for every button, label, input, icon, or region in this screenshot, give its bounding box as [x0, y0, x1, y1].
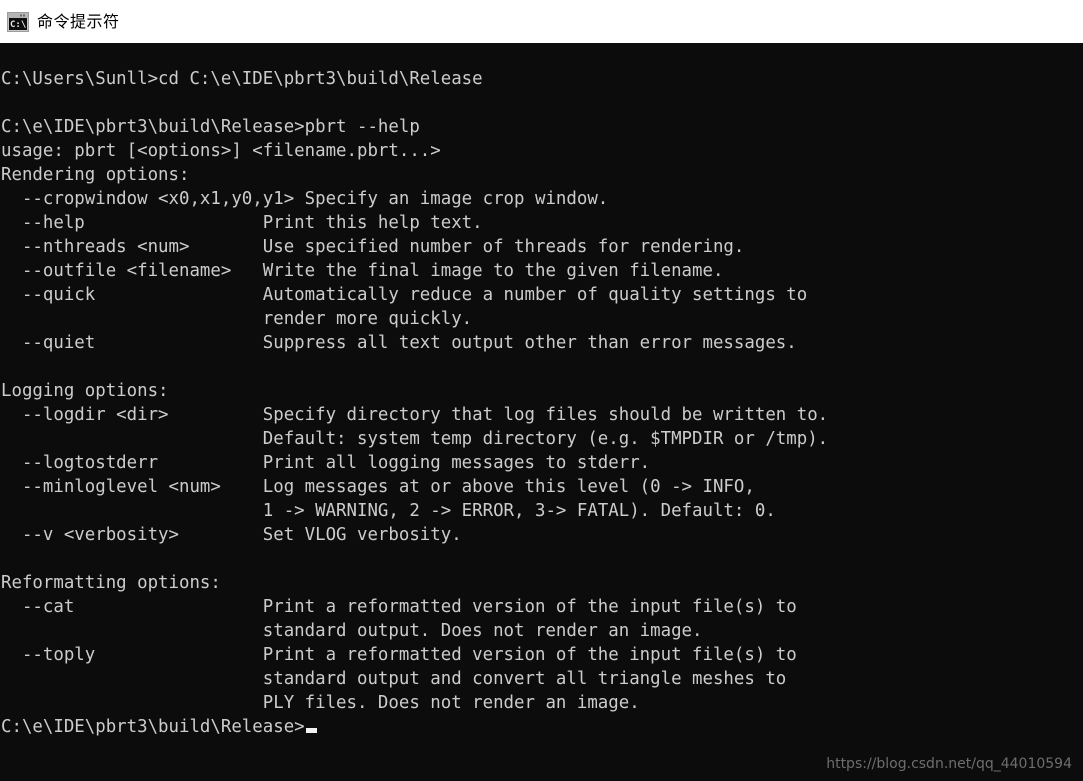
svg-text:C:\: C:\ [10, 20, 26, 30]
terminal-line: --logtostderr Print all logging messages… [1, 453, 651, 473]
terminal-prompt-line: C:\e\IDE\pbrt3\build\Release> [0, 715, 1083, 739]
terminal-line: standard output and convert all triangle… [1, 669, 787, 689]
terminal-line: Rendering options: [1, 165, 190, 185]
terminal-line: --cropwindow <x0,x1,y0,y1> Specify an im… [1, 189, 609, 209]
terminal-line: standard output. Does not render an imag… [1, 621, 703, 641]
window-title-label: 命令提示符 [37, 11, 120, 31]
terminal-line: C:\e\IDE\pbrt3\build\Release>pbrt --help [1, 117, 420, 137]
terminal-line: render more quickly. [1, 309, 473, 329]
terminal-line: usage: pbrt [<options>] <filename.pbrt..… [1, 141, 441, 161]
terminal-line: Logging options: [1, 381, 169, 401]
terminal-output: C:\Users\Sunll>cd C:\e\IDE\pbrt3\build\R… [0, 43, 1083, 715]
terminal-line: --toply Print a reformatted version of t… [1, 645, 797, 665]
terminal-screen[interactable]: C:\Users\Sunll>cd C:\e\IDE\pbrt3\build\R… [0, 43, 1083, 781]
terminal-line: Reformatting options: [1, 573, 221, 593]
terminal-cursor [305, 728, 317, 733]
terminal-line: --quiet Suppress all text output other t… [1, 333, 797, 353]
window-titlebar: C:\ 命令提示符 [0, 0, 1083, 43]
terminal-line: Default: system temp directory (e.g. $TM… [1, 429, 829, 449]
blog-watermark: https://blog.csdn.net/qq_44010594 [826, 756, 1072, 772]
terminal-line: --minloglevel <num> Log messages at or a… [1, 477, 755, 497]
terminal-line: --cat Print a reformatted version of the… [1, 597, 797, 617]
prompt-text: C:\e\IDE\pbrt3\build\Release> [1, 717, 305, 737]
terminal-line: --nthreads <num> Use specified number of… [1, 237, 745, 257]
terminal-line: 1 -> WARNING, 2 -> ERROR, 3-> FATAL). De… [1, 501, 776, 521]
console-icon: C:\ [7, 11, 29, 32]
terminal-line: C:\Users\Sunll>cd C:\e\IDE\pbrt3\build\R… [1, 69, 483, 89]
terminal-line: PLY files. Does not render an image. [1, 693, 640, 713]
terminal-line: --logdir <dir> Specify directory that lo… [1, 405, 829, 425]
terminal-line: --v <verbosity> Set VLOG verbosity. [1, 525, 462, 545]
terminal-line: --quick Automatically reduce a number of… [1, 285, 808, 305]
terminal-line: --help Print this help text. [1, 213, 483, 233]
terminal-line: --outfile <filename> Write the final ima… [1, 261, 724, 281]
